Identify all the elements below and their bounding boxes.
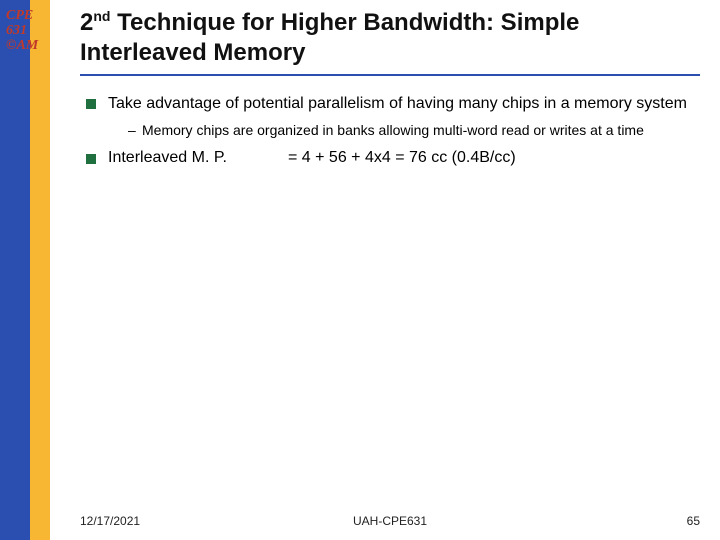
footer-page: 65 [687, 514, 700, 528]
calc-value: = 4 + 56 + 4x4 = 76 cc (0.4B/cc) [288, 149, 700, 167]
calc-label: Interleaved M. P. [108, 149, 288, 167]
bullet-icon [86, 99, 96, 109]
bullet-text: Take advantage of potential parallelism … [108, 94, 700, 115]
footer-center: UAH-CPE631 [353, 514, 427, 528]
sub-bullet-text: Memory chips are organized in banks allo… [142, 122, 644, 138]
slide-title: 2nd Technique for Higher Bandwidth: Simp… [80, 8, 700, 76]
slide-body: Take advantage of potential parallelism … [80, 94, 700, 167]
course-logo: CPE 631 ©AM [6, 8, 46, 53]
footer-date: 12/17/2021 [80, 514, 140, 528]
bullet-item: Interleaved M. P. = 4 + 56 + 4x4 = 76 cc… [86, 149, 700, 167]
sub-bullet: –Memory chips are organized in banks all… [128, 121, 700, 139]
bullet-item: Take advantage of potential parallelism … [86, 94, 700, 115]
bullet-icon [86, 154, 96, 164]
footer: 12/17/2021 UAH-CPE631 65 [80, 514, 700, 528]
